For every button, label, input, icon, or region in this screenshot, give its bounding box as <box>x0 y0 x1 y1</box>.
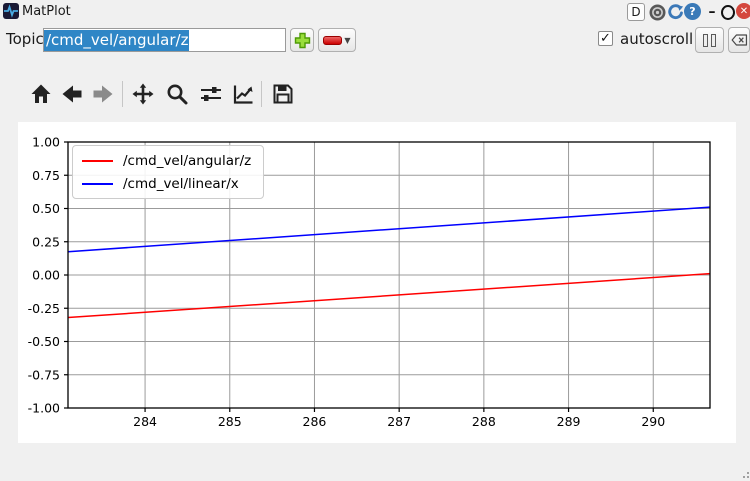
pan-move-icon <box>131 82 155 106</box>
dock-button[interactable]: D <box>627 3 645 21</box>
legend: /cmd_vel/angular/z /cmd_vel/linear/x <box>72 145 264 199</box>
toolbar-home-button[interactable] <box>27 80 55 108</box>
topic-label: Topic <box>6 30 44 48</box>
svg-text:285: 285 <box>218 414 242 429</box>
magnifier-icon <box>165 82 189 106</box>
backspace-icon <box>731 33 748 47</box>
svg-text:0.50: 0.50 <box>32 201 60 216</box>
selected-topic-text: /cmd_vel/angular/z <box>44 30 189 51</box>
maximize-button[interactable] <box>721 3 735 21</box>
svg-text:0.25: 0.25 <box>32 234 60 249</box>
toolbar-pan-button[interactable] <box>129 80 157 108</box>
save-floppy-icon <box>271 82 295 106</box>
toolbar-edit-plot-button[interactable] <box>229 80 257 108</box>
toolbar-zoom-button[interactable] <box>163 80 191 108</box>
remove-topic-dropdown-button[interactable]: ▼ <box>318 28 356 52</box>
svg-text:-1.00: -1.00 <box>28 401 60 416</box>
toolbar-forward-button[interactable] <box>89 80 117 108</box>
toolbar-separator <box>261 81 262 107</box>
close-button[interactable]: ✕ <box>736 3 750 19</box>
toolbar-separator <box>122 81 123 107</box>
resize-grip[interactable] <box>741 472 749 480</box>
toolbar-back-button[interactable] <box>58 80 86 108</box>
svg-text:-0.25: -0.25 <box>28 301 60 316</box>
forward-arrow-icon <box>91 82 115 106</box>
autoscroll-label: autoscroll <box>620 30 693 48</box>
sliders-icon <box>199 82 223 106</box>
reload-icon[interactable] <box>666 3 684 21</box>
legend-line-swatch <box>82 160 113 162</box>
minimize-button[interactable]: – <box>706 3 718 21</box>
minus-icon <box>323 36 342 45</box>
pause-icon <box>703 34 708 47</box>
settings-gear-icon[interactable] <box>648 3 666 21</box>
svg-text:288: 288 <box>472 414 496 429</box>
svg-text:0.00: 0.00 <box>32 268 60 283</box>
add-topic-button[interactable] <box>290 28 314 52</box>
topic-input[interactable]: /cmd_vel/angular/z <box>43 28 286 52</box>
home-icon <box>29 82 53 106</box>
svg-text:284: 284 <box>133 414 157 429</box>
toolbar-subplots-button[interactable] <box>197 80 225 108</box>
back-arrow-icon <box>60 82 84 106</box>
maximize-circle-icon <box>721 5 735 20</box>
pause-button[interactable] <box>695 27 724 53</box>
clear-button[interactable] <box>728 27 750 53</box>
dropdown-arrow-icon: ▼ <box>344 36 350 45</box>
figure-area: 284 285 286 287 288 289 290 1.00 0.75 0.50 0.25 0.0… <box>18 122 736 443</box>
svg-text:-0.50: -0.50 <box>28 334 60 349</box>
plus-icon <box>294 32 311 49</box>
window-title: MatPlot <box>22 3 71 20</box>
check-icon: ✓ <box>600 32 611 45</box>
line-chart-icon <box>231 82 255 106</box>
svg-text:287: 287 <box>387 414 411 429</box>
legend-line-swatch <box>82 183 113 185</box>
matplot-window: { "window": { "title": "MatPlot", "dock_… <box>0 0 750 481</box>
svg-text:290: 290 <box>641 414 665 429</box>
svg-text:286: 286 <box>303 414 327 429</box>
legend-entry: /cmd_vel/angular/z <box>82 149 251 172</box>
svg-text:289: 289 <box>557 414 581 429</box>
svg-text:1.00: 1.00 <box>32 135 60 150</box>
svg-text:0.75: 0.75 <box>32 168 60 183</box>
help-icon[interactable]: ? <box>684 3 701 20</box>
legend-entry: /cmd_vel/linear/x <box>82 172 251 195</box>
titlebar: MatPlot D ? – ✕ <box>0 0 750 24</box>
svg-text:-0.75: -0.75 <box>28 367 60 382</box>
autoscroll-checkbox[interactable]: ✓ <box>598 31 613 46</box>
toolbar-save-button[interactable] <box>269 80 297 108</box>
app-waveform-icon <box>3 3 19 19</box>
